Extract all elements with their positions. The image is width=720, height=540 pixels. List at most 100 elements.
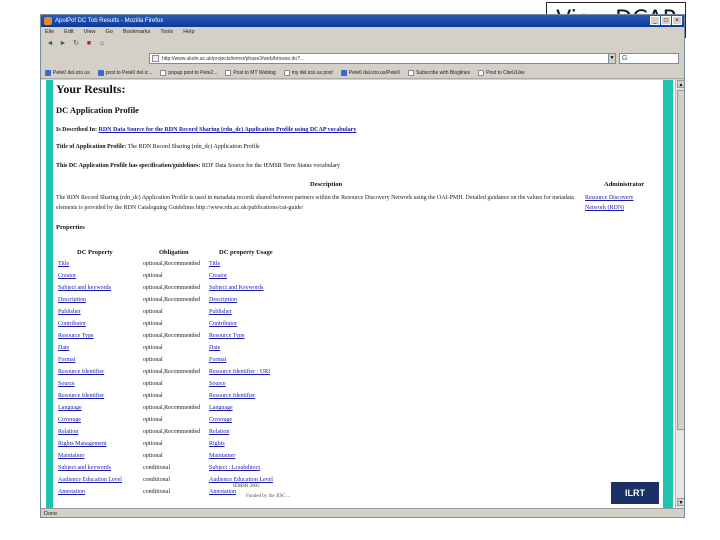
menu-bookmarks[interactable]: Bookmarks [123, 27, 151, 37]
described-in-link[interactable]: RDN Data Source for the RDN Record Shari… [99, 127, 357, 133]
table-row: Source optional Source [56, 379, 316, 390]
ilrt-logo: ILRT [611, 482, 659, 504]
search-box[interactable]: G [619, 53, 679, 64]
property-link[interactable]: Resource Identifier [58, 367, 104, 378]
usage-link[interactable]: Source [209, 379, 226, 390]
bookmark-item[interactable]: post to Pete0 del.ic... [97, 69, 152, 76]
property-link[interactable]: Publisher [58, 307, 81, 318]
property-link[interactable]: Description [58, 295, 86, 306]
table-row: Resource Identifier optional,Recommended R… [56, 367, 316, 378]
bookmark-icon [340, 69, 347, 76]
property-link[interactable]: Source [58, 379, 75, 390]
property-link[interactable]: Annotation [58, 487, 85, 498]
usage-link[interactable]: Language [209, 403, 233, 414]
forward-arrow-icon[interactable]: ► [58, 39, 68, 49]
usage-link[interactable]: Format [209, 355, 226, 366]
usage-link[interactable]: Relation [209, 427, 229, 438]
property-link[interactable]: Subject and keywords [58, 283, 111, 294]
address-text: http://www.ukoln.ac.uk/projects/iemsr/ph… [162, 56, 305, 62]
scroll-down-arrow-icon[interactable]: ▼ [677, 498, 684, 506]
vertical-scrollbar[interactable]: ▲ ▼ [675, 80, 684, 508]
menu-help[interactable]: Help [183, 27, 194, 37]
bookmark-item[interactable]: Subscribe with Bloglines [407, 69, 470, 76]
minimize-button[interactable]: _ [650, 16, 660, 25]
usage-link[interactable]: Title [209, 259, 220, 270]
description-header: Description [310, 181, 343, 188]
close-button[interactable]: × [672, 16, 682, 25]
usage-link[interactable]: Resource Identifier : URI [209, 367, 270, 378]
usage-link[interactable]: Resource Identifier [209, 391, 255, 402]
usage-link[interactable]: Maintainer [209, 451, 235, 462]
firefox-icon [44, 17, 52, 25]
obligation-value: optional [143, 321, 163, 327]
footer-funding-text: Funded by the JISC ... [246, 494, 291, 499]
table-row: Language optional,Recommended Language [56, 403, 316, 414]
table-row: Maintainer optional Maintainer [56, 451, 316, 462]
menu-file[interactable]: Eile [45, 27, 54, 37]
footer-text: IEMSR 2005 [233, 484, 260, 489]
usage-link[interactable]: Subject and Keywords [209, 283, 263, 294]
status-bar: Done [41, 508, 684, 517]
spec-value: RDF Data Source for the IEMSR Term Statu… [201, 163, 341, 169]
property-link[interactable]: Coverage [58, 415, 81, 426]
address-dropdown[interactable]: ▼ [608, 53, 616, 64]
property-link[interactable]: Creator [58, 271, 76, 282]
table-row: Relation optional,Recommended Relation [56, 427, 316, 438]
property-link[interactable]: Relation [58, 427, 78, 438]
usage-link[interactable]: Annotation [209, 487, 236, 498]
usage-link[interactable]: Resource Type [209, 331, 245, 342]
page-viewport: ▲ ▼ Your Results: DC Application Profile… [41, 80, 684, 508]
usage-link[interactable]: Rights [209, 439, 225, 450]
obligation-value: conditional [143, 465, 170, 471]
administrator-link[interactable]: Resource Discovery Network (RDN) [585, 193, 655, 213]
window-title: ApolPof DC Tob Results - Mozilla Firefox [55, 18, 164, 24]
usage-link[interactable]: Description [209, 295, 237, 306]
property-link[interactable]: Language [58, 403, 82, 414]
home-icon[interactable]: ⌂ [97, 39, 107, 49]
property-link[interactable]: Subject and keywords [58, 463, 111, 474]
reload-icon[interactable]: ↻ [71, 39, 81, 49]
table-row: Title optional,Recommended Title [56, 259, 316, 270]
property-link[interactable]: Date [58, 343, 69, 354]
menu-edit[interactable]: Edit [64, 27, 73, 37]
usage-link[interactable]: Subject : Lcsubdirect [209, 463, 260, 474]
bookmark-item[interactable]: Pete0 del.icio.us/Pete0 [340, 69, 400, 76]
property-link[interactable]: Contributor [58, 319, 86, 330]
property-link[interactable]: Format [58, 355, 75, 366]
menu-go[interactable]: Go [105, 27, 112, 37]
menu-tools[interactable]: Tools [160, 27, 173, 37]
scroll-up-arrow-icon[interactable]: ▲ [677, 80, 684, 88]
bookmark-item[interactable]: my del.icio.us post [283, 69, 333, 76]
menu-bar: Eile Edit View Go Bookmarks Tools Help [41, 27, 684, 37]
obligation-value: optional [143, 273, 163, 279]
property-link[interactable]: Title [58, 259, 69, 270]
bookmark-item[interactable]: Post to MT Weblog [225, 69, 276, 76]
usage-link[interactable]: Contributor [209, 319, 237, 330]
usage-link[interactable]: Creator [209, 271, 227, 282]
bookmark-item[interactable]: popup post to Pete2... [160, 69, 217, 76]
usage-link[interactable]: Publisher [209, 307, 232, 318]
usage-link[interactable]: Coverage [209, 415, 232, 426]
stop-icon[interactable]: ■ [84, 39, 94, 49]
property-link[interactable]: Audience Education Level [58, 475, 122, 486]
maximize-button[interactable]: □ [661, 16, 671, 25]
frame-border-left [46, 80, 53, 508]
obligation-value: optional,Recommended [143, 429, 201, 435]
google-search-icon: G [622, 55, 628, 62]
menu-view[interactable]: View [84, 27, 96, 37]
bookmark-item[interactable]: Post to CiteULike [478, 69, 525, 76]
page-icon [152, 55, 159, 62]
scrollbar-thumb[interactable] [677, 90, 684, 430]
address-bar[interactable]: http://www.ukoln.ac.uk/projects/iemsr/ph… [149, 53, 614, 64]
table-row: Contributor optional Contributor [56, 319, 316, 330]
back-arrow-icon[interactable]: ◄ [45, 39, 55, 49]
property-link[interactable]: Resource Identifier [58, 391, 104, 402]
usage-link[interactable]: Date [209, 343, 220, 354]
property-link[interactable]: Resource Type [58, 331, 94, 342]
property-link[interactable]: Rights Management [58, 439, 107, 450]
property-link[interactable]: Maintainer [58, 451, 84, 462]
obligation-value: optional [143, 309, 163, 315]
bookmark-item[interactable]: Pete0 del.icio.us [45, 69, 90, 76]
frame-border-right [663, 80, 673, 508]
table-row: Publisher optional Publisher [56, 307, 316, 318]
